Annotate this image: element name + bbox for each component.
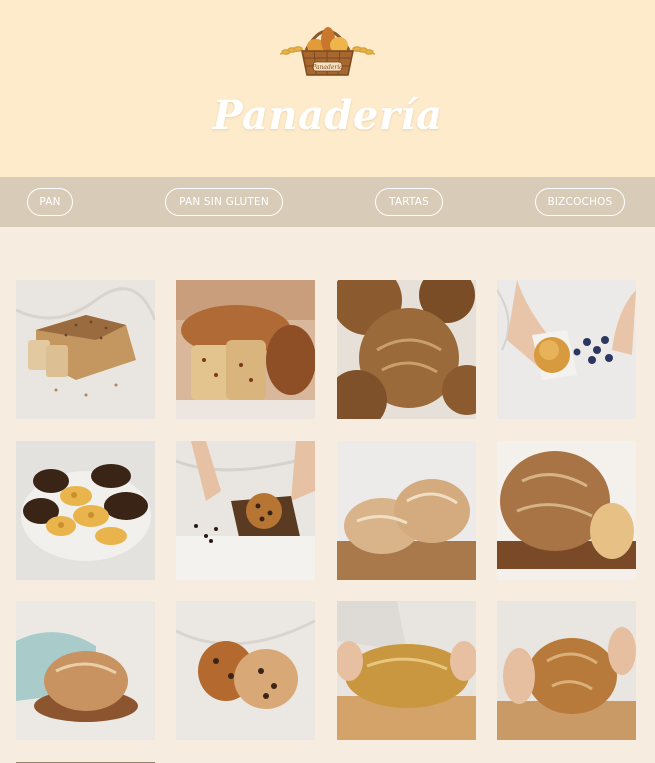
bakery-basket-logo[interactable]: Panadería [276,12,379,80]
product-image-chocolate-chip-rolls[interactable] [176,601,315,740]
nav-tartas-button[interactable]: TARTAS [375,188,443,216]
product-image-hands-holding-round-loaf[interactable] [497,601,636,740]
site-header: Panadería Panadería [0,0,655,177]
product-image-country-loaf-in-basket[interactable] [497,441,636,580]
product-image-muffin-with-blueberries[interactable] [497,280,636,419]
logo-text: Panadería [311,64,343,71]
category-nav: PAN PAN SIN GLUTEN TARTAS BIZCOCHOS [0,177,655,227]
nav-bizcochos-button[interactable]: BIZCOCHOS [535,188,625,216]
product-image-sliced-fruit-loaf[interactable] [176,280,315,419]
product-image-sliced-seeded-loaf[interactable] [16,280,155,419]
product-image-round-sourdough-loaves[interactable] [337,280,476,419]
product-image-chocolate-palmeras[interactable] [16,441,155,580]
product-image-two-round-loaves-on-board[interactable] [337,441,476,580]
product-image-hands-holding-oval-loaf[interactable] [337,601,476,740]
page-title: Panadería [212,92,443,139]
product-image-chocolate-chip-muffin[interactable] [176,441,315,580]
nav-pan-button[interactable]: PAN [27,188,73,216]
product-image-loaf-on-wooden-plate[interactable] [16,601,155,740]
nav-pan-sin-gluten-button[interactable]: PAN SIN GLUTEN [165,188,283,216]
